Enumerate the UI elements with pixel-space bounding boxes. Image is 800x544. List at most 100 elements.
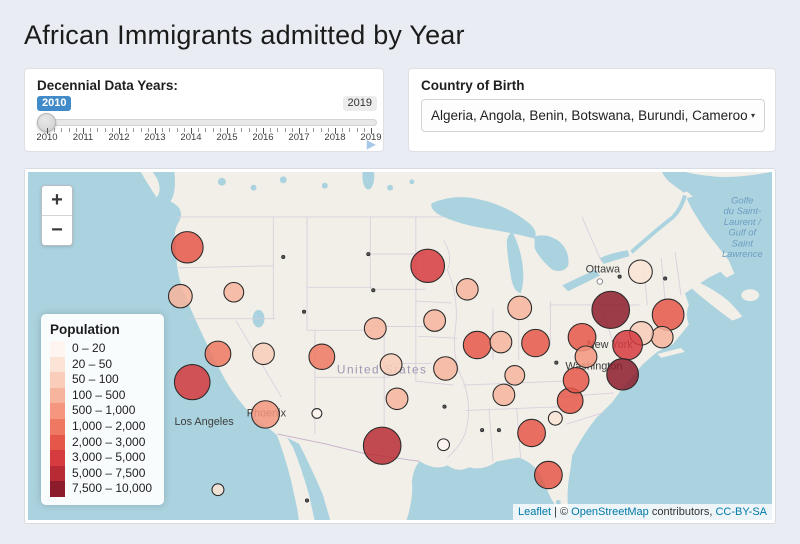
osm-link[interactable]: OpenStreetMap (571, 506, 649, 518)
page-title: African Immigrants admitted by Year (24, 20, 465, 51)
legend-range-label: 0 – 20 (72, 341, 105, 357)
tiny-state-dot[interactable] (618, 275, 621, 278)
state-circle-sc[interactable] (548, 411, 562, 425)
state-circle-in[interactable] (490, 331, 512, 353)
legend-swatch (50, 450, 65, 466)
state-circle-ia[interactable] (424, 310, 446, 332)
tiny-state-dot[interactable] (663, 277, 666, 280)
map-label: Gulf of (728, 228, 757, 238)
state-circle-wa[interactable] (171, 232, 203, 263)
slider-minor-tick (277, 128, 278, 132)
state-circle-ma[interactable] (652, 299, 684, 330)
state-circle-mn[interactable] (411, 249, 445, 282)
legend-swatch (50, 435, 65, 451)
leaflet-link[interactable]: Leaflet (518, 506, 551, 518)
state-circle-wi[interactable] (456, 279, 478, 301)
tiny-state-dot[interactable] (480, 428, 483, 431)
legend-row: 100 – 500 (50, 388, 152, 404)
state-circle-md[interactable] (575, 346, 597, 368)
legend-range-label: 20 – 50 (72, 357, 112, 373)
map-label: du Saint- (724, 206, 762, 216)
slider-minor-tick (234, 128, 235, 132)
tiny-state-dot[interactable] (367, 252, 370, 255)
state-circle-ca[interactable] (174, 365, 210, 400)
slider-tick-label: 2018 (324, 132, 345, 143)
slider-max-value: 2019 (343, 96, 377, 111)
slider-minor-tick (198, 128, 199, 132)
state-circle-ok[interactable] (386, 388, 408, 410)
slider-minor-tick (349, 128, 350, 132)
legend-range-label: 7,500 – 10,000 (72, 481, 152, 497)
state-circle-ny[interactable] (592, 291, 630, 328)
slider-minor-tick (169, 128, 170, 132)
state-circle-ne[interactable] (364, 318, 386, 340)
slider-tick-label: 2011 (73, 132, 93, 143)
tiny-state-dot[interactable] (497, 428, 500, 431)
state-circle-nv[interactable] (205, 341, 231, 366)
slider-minor-tick (97, 128, 98, 132)
map-label: Lawrence (722, 249, 763, 259)
slider-minor-tick (321, 128, 322, 132)
zoom-out-button[interactable]: − (42, 216, 72, 245)
slider-minor-tick (306, 128, 307, 132)
map-label: Saint (732, 238, 754, 248)
legend-row: 3,000 – 5,000 (50, 450, 152, 466)
tiny-state-dot[interactable] (443, 405, 446, 408)
legend-title: Population (50, 322, 152, 337)
slider-minor-tick (357, 128, 358, 132)
slider-minor-tick (162, 128, 163, 132)
state-circle-bc[interactable] (212, 484, 224, 496)
legend-range-label: 2,000 – 3,000 (72, 435, 145, 451)
state-circle-de[interactable] (607, 359, 639, 390)
country-select[interactable]: Algeria, Angola, Benin, Botswana, Burund… (421, 99, 765, 132)
tiny-state-dot[interactable] (282, 255, 285, 258)
state-circle-va[interactable] (563, 368, 589, 393)
state-circle-ut[interactable] (253, 343, 275, 365)
license-link[interactable]: CC-BY-SA (715, 506, 767, 518)
state-circle-id[interactable] (224, 282, 244, 302)
tiny-state-dot[interactable] (555, 361, 558, 364)
tiny-state-dot[interactable] (305, 499, 308, 502)
state-circle-mi[interactable] (508, 296, 532, 319)
zoom-in-button[interactable]: + (42, 186, 72, 216)
slider-minor-tick (141, 128, 142, 132)
legend-swatch (50, 357, 65, 373)
state-circle-ky[interactable] (505, 366, 525, 386)
legend-swatch (50, 419, 65, 435)
state-circle-ct[interactable] (651, 326, 673, 348)
slider-minor-tick (285, 128, 286, 132)
state-circle-nm[interactable] (312, 409, 322, 419)
state-circle-or[interactable] (168, 284, 192, 307)
state-circle-tn[interactable] (493, 384, 515, 406)
legend-range-label: 5,000 – 7,500 (72, 466, 145, 482)
map-label: Los Angeles (175, 416, 235, 428)
state-circle-ks[interactable] (380, 354, 402, 376)
zoom-control: + − (41, 185, 73, 246)
year-slider-panel: Decennial Data Years: 2010 2019 20102011… (24, 68, 384, 152)
state-circle-ga[interactable] (518, 419, 546, 446)
state-circle-oh[interactable] (522, 329, 550, 356)
leaflet-map[interactable]: OttawaUnited StatesLos AngelesPhoenixNew… (28, 172, 772, 520)
legend-range-label: 500 – 1,000 (72, 403, 135, 419)
play-button[interactable]: ▶ (367, 137, 376, 151)
state-circle-il[interactable] (463, 331, 491, 358)
state-circle-nj[interactable] (613, 330, 643, 359)
legend-row: 20 – 50 (50, 357, 152, 373)
state-circle-vt[interactable] (629, 260, 653, 283)
state-circle-mo[interactable] (434, 357, 458, 380)
slider-tick-label: 2017 (288, 132, 309, 143)
slider-minor-tick (313, 128, 314, 132)
tiny-state-dot[interactable] (372, 289, 375, 292)
tiny-state-dot[interactable] (302, 310, 305, 313)
state-circle-co[interactable] (309, 344, 335, 369)
slider-tick-label: 2012 (108, 132, 129, 143)
state-circle-la[interactable] (438, 439, 450, 451)
legend-row: 50 – 100 (50, 372, 152, 388)
state-circle-tx[interactable] (363, 427, 401, 464)
attribution-text: | © (551, 506, 571, 518)
state-circle-fl[interactable] (535, 461, 563, 488)
slider-minor-tick (184, 128, 185, 132)
slider-track[interactable] (37, 119, 377, 126)
state-circle-az[interactable] (252, 401, 280, 428)
chevron-down-icon: ▾ (751, 111, 755, 120)
